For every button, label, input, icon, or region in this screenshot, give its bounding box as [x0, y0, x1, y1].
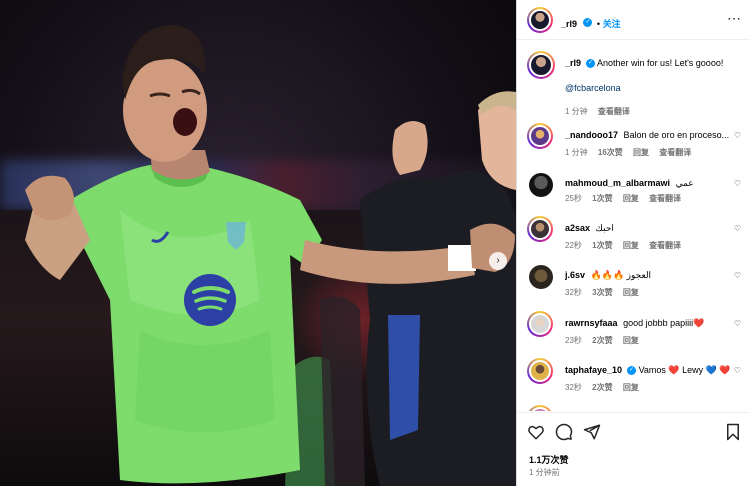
follow-button[interactable]: 关注: [603, 19, 621, 29]
comment-text: good jobbb papiiii❤️: [623, 318, 705, 328]
post-photo: ›: [0, 0, 516, 486]
comment-avatar[interactable]: [529, 265, 553, 289]
post-side-panel: _rl9 ✓ • 关注 ⋯ _rl9 ✓ Another win for us! …: [516, 0, 750, 486]
translate-link[interactable]: 查看翻译: [649, 241, 681, 250]
comment-username[interactable]: mahmoud_m_albarmawi: [565, 178, 670, 188]
reply-button[interactable]: 回复: [623, 194, 639, 203]
mention-link[interactable]: @fcbarcelona: [565, 83, 621, 93]
comment-time: 25秒: [565, 194, 582, 203]
comments-list[interactable]: _rl9 ✓ Another win for us! Let's goooo! @…: [517, 41, 750, 411]
comment-time: 32秒: [565, 288, 582, 297]
comment-text: عمي: [675, 178, 694, 188]
comment-like-count[interactable]: 1次赞: [592, 241, 612, 250]
comment-like-count[interactable]: 16次赞: [598, 148, 623, 157]
comment-like-count[interactable]: 2次赞: [592, 383, 612, 392]
comment-text: احبك: [595, 223, 614, 233]
comment-time: 1 分钟: [565, 148, 588, 157]
comment-item: mahmoud_m_albarmawi عمي 25秒 1次赞 回复 查看翻译 …: [517, 171, 750, 211]
comment-text: Vamos ❤️ Lewy 💙 ❤️: [638, 365, 731, 375]
author-username[interactable]: _rl9: [561, 19, 577, 29]
comment-text: 🔥🔥🔥 العجوز: [590, 270, 652, 280]
reply-button[interactable]: 回复: [623, 241, 639, 250]
comment-item: j.6sv 🔥🔥🔥 العجوز 32秒 3次赞 回复 ♡: [517, 263, 750, 303]
translate-link[interactable]: 查看翻译: [659, 148, 691, 157]
post-actions: 1.1万次赞 1 分钟前: [517, 412, 750, 486]
comment-username[interactable]: rawrnsyfaaa: [565, 318, 618, 328]
reply-button[interactable]: 回复: [633, 148, 649, 157]
reply-button[interactable]: 回复: [623, 336, 639, 345]
comment-username[interactable]: taphafaye_10: [565, 365, 622, 375]
comment-item: rawrnsyfaaa good jobbb papiiii❤️ 23秒 2次赞…: [517, 311, 750, 351]
comment-like-count[interactable]: 1次赞: [592, 194, 612, 203]
comment-item: taphafaye_10 ✓ Vamos ❤️ Lewy 💙 ❤️ 32秒 2次赞…: [517, 358, 750, 398]
comment-like-heart-icon[interactable]: ♡: [734, 319, 741, 328]
comment-avatar[interactable]: [529, 173, 553, 197]
caption-text: Another win for us! Let's goooo!: [597, 58, 724, 68]
comment-username[interactable]: _nandooo17: [565, 130, 618, 140]
bookmark-icon[interactable]: [725, 423, 741, 441]
comment-time: 23秒: [565, 336, 582, 345]
comment-avatar[interactable]: [527, 311, 553, 337]
next-image-button[interactable]: ›: [489, 252, 507, 270]
comment-like-count[interactable]: 3次赞: [592, 288, 612, 297]
post-header: _rl9 ✓ • 关注 ⋯: [517, 0, 750, 40]
caption-translate-link[interactable]: 查看翻译: [598, 107, 630, 116]
verified-badge-icon: ✓: [583, 18, 593, 28]
like-heart-icon[interactable]: [527, 423, 545, 441]
verified-badge-icon: ✓: [586, 59, 596, 69]
verified-badge-icon: ✓: [627, 366, 637, 376]
share-icon[interactable]: [583, 423, 601, 441]
caption-username[interactable]: _rl9: [565, 58, 581, 68]
comment-avatar[interactable]: [527, 358, 553, 384]
comment-like-heart-icon[interactable]: ♡: [734, 179, 741, 188]
author-avatar[interactable]: [527, 7, 553, 33]
comment-like-heart-icon[interactable]: ♡: [734, 224, 741, 233]
more-options-icon[interactable]: ⋯: [727, 10, 741, 27]
comment-avatar[interactable]: [527, 405, 553, 411]
comment-avatar[interactable]: [527, 123, 553, 149]
comment-icon[interactable]: [555, 423, 573, 441]
photo-illustration: [25, 25, 516, 486]
reply-button[interactable]: 回复: [623, 288, 639, 297]
comment-username[interactable]: j.6sv: [565, 270, 585, 280]
caption-time: 1 分钟: [565, 107, 588, 116]
comment-time: 32秒: [565, 383, 582, 392]
reply-button[interactable]: 回复: [623, 383, 639, 392]
comment-text: Balon de oro en proceso...: [623, 130, 730, 140]
comment-like-heart-icon[interactable]: ♡: [734, 271, 741, 280]
comment-like-heart-icon[interactable]: ♡: [734, 131, 741, 140]
comment-like-count[interactable]: 2次赞: [592, 336, 612, 345]
caption: _rl9 ✓ Another win for us! Let's goooo! @…: [517, 49, 750, 121]
comment-item: a2sax احبك 22秒 1次赞 回复 查看翻译 ♡: [517, 216, 750, 256]
caption-author-avatar[interactable]: [527, 51, 555, 79]
comment-item: _nandooo17 Balon de oro en proceso... 1 …: [517, 123, 750, 163]
posted-time: 1 分钟前: [529, 468, 560, 477]
comment-time: 22秒: [565, 241, 582, 250]
translate-link[interactable]: 查看翻译: [649, 194, 681, 203]
comment-avatar[interactable]: [527, 216, 553, 242]
like-count[interactable]: 1.1万次赞: [529, 453, 569, 466]
comment-like-heart-icon[interactable]: ♡: [734, 366, 741, 375]
comment-username[interactable]: a2sax: [565, 223, 590, 233]
